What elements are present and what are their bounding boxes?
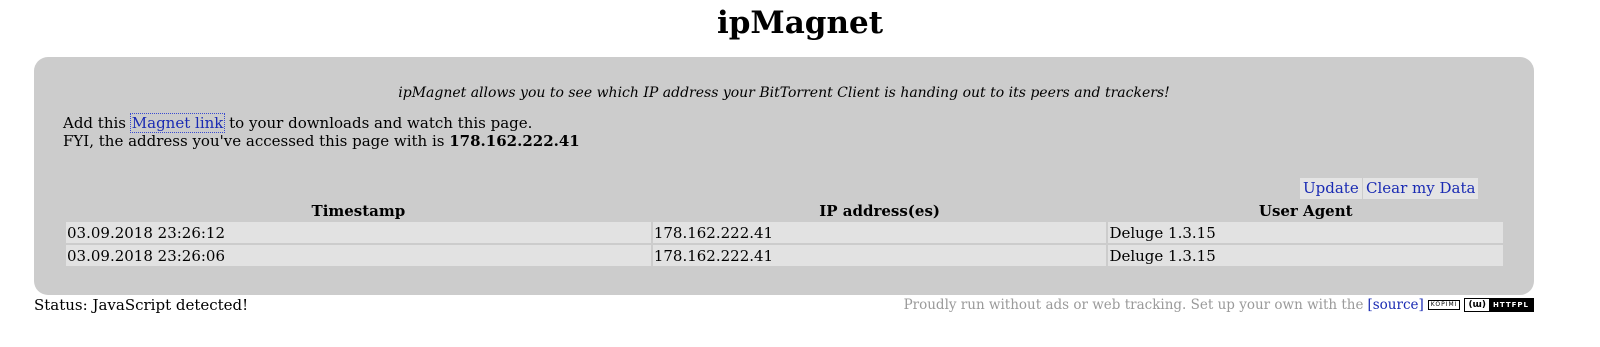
instruction-line: Add this Magnet link to your downloads a… — [63, 113, 533, 133]
instruction-prefix: Add this — [63, 114, 126, 132]
cc-icon: (ɯ) — [1465, 299, 1490, 311]
cell-ip: 178.162.222.41 — [652, 245, 1107, 266]
cell-user-agent: Deluge 1.3.15 — [1108, 245, 1503, 266]
kopimi-badge[interactable]: KOPIMI — [1427, 300, 1461, 310]
license-text: HTTFPL — [1493, 301, 1529, 309]
instruction-suffix: to your downloads and watch this page. — [229, 114, 533, 132]
column-header-timestamp: Timestamp — [311, 201, 406, 220]
accessed-ip: 178.162.222.41 — [449, 132, 580, 150]
tagline: ipMagnet allows you to see which IP addr… — [398, 85, 1170, 101]
update-button[interactable]: Update — [1300, 178, 1362, 199]
column-header-ip: IP address(es) — [819, 201, 940, 220]
cell-ip: 178.162.222.41 — [652, 222, 1107, 243]
footer: Proudly run without ads or web tracking.… — [904, 297, 1534, 313]
accessed-ip-prefix: FYI, the address you've accessed this pa… — [63, 132, 445, 150]
main-panel: ipMagnet allows you to see which IP addr… — [34, 57, 1534, 295]
table-row: 03.09.2018 23:26:06 178.162.222.41 Delug… — [66, 245, 1503, 266]
license-badge[interactable]: (ɯ) HTTFPL — [1464, 298, 1534, 312]
footer-text: Proudly run without ads or web tracking.… — [903, 297, 1364, 313]
ip-log-table: Timestamp IP address(es) User Agent 03.0… — [64, 199, 1505, 268]
cell-user-agent: Deluge 1.3.15 — [1108, 222, 1503, 243]
accessed-ip-line: FYI, the address you've accessed this pa… — [63, 132, 580, 150]
clear-data-button[interactable]: Clear my Data — [1363, 178, 1479, 199]
column-header-user-agent: User Agent — [1258, 201, 1353, 220]
table-row: 03.09.2018 23:26:12 178.162.222.41 Delug… — [66, 222, 1503, 243]
cell-timestamp: 03.09.2018 23:26:12 — [66, 222, 651, 243]
cell-timestamp: 03.09.2018 23:26:06 — [66, 245, 651, 266]
page-title: ipMagnet — [716, 5, 884, 41]
table-header-row: Timestamp IP address(es) User Agent — [66, 201, 1503, 220]
magnet-link[interactable]: Magnet link — [129, 113, 226, 133]
source-link[interactable]: [source] — [1367, 297, 1423, 313]
status-text: Status: JavaScript detected! — [34, 296, 249, 314]
